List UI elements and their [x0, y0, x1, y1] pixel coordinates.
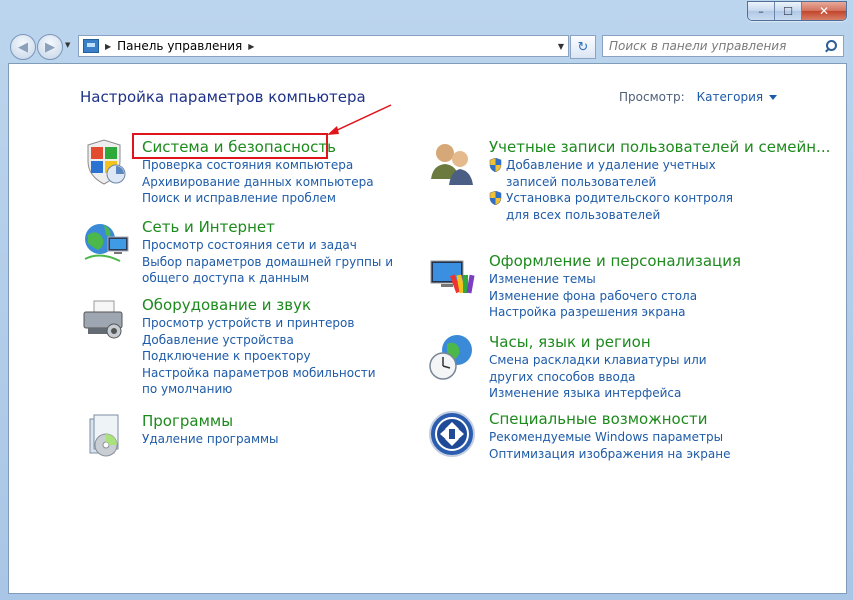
shield-icon: [87, 139, 126, 185]
ease-of-access-icon: [429, 411, 475, 457]
category-users: Учетные записи пользователей и семейн...…: [431, 137, 830, 223]
link-add-remove-accounts[interactable]: Добавление и удаление учетных записей по…: [489, 157, 759, 190]
programs-icon: [89, 414, 119, 457]
category-title-hardware[interactable]: Оборудование и звук: [142, 295, 382, 315]
category-programs: Программы Удаление программы: [89, 411, 279, 457]
category-title-system[interactable]: Система и безопасность: [142, 137, 374, 157]
forward-button[interactable]: ▶: [37, 34, 63, 60]
window-frame: – ☐ ✕ ◀ ▶ ▼ ▶ Панель управления ▶ ▼ ↻ На…: [0, 0, 853, 600]
category-title-network[interactable]: Сеть и Интернет: [142, 217, 414, 237]
view-label: Просмотр:: [619, 90, 685, 104]
category-title-programs[interactable]: Программы: [142, 411, 279, 431]
link-troubleshoot[interactable]: Поиск и исправление проблем: [142, 190, 374, 207]
appearance-monitor-icon: [430, 260, 475, 294]
uac-shield-icon: [489, 191, 502, 205]
view-selector: Просмотр: Категория: [619, 90, 778, 104]
refresh-button[interactable]: ↻: [570, 35, 596, 59]
control-panel-icon: [83, 39, 99, 53]
title-bar: – ☐ ✕: [0, 0, 853, 28]
view-by-dropdown[interactable]: Категория: [697, 90, 764, 104]
link-text[interactable]: Добавление и удаление учетных записей по…: [506, 157, 759, 190]
link-recommended-settings[interactable]: Рекомендуемые Windows параметры: [489, 429, 730, 446]
link-devices-printers[interactable]: Просмотр устройств и принтеров: [142, 315, 382, 332]
link-text[interactable]: Установка родительского контроля для все…: [506, 190, 759, 223]
category-accessibility: Специальные возможности Рекомендуемые Wi…: [429, 409, 730, 463]
page-title: Настройка параметров компьютера: [80, 88, 366, 106]
link-change-display-language[interactable]: Изменение языка интерфейса: [489, 385, 729, 402]
link-connect-projector[interactable]: Подключение к проектору: [142, 348, 382, 365]
recent-pages-arrow-icon[interactable]: ▼: [65, 41, 70, 49]
minimize-button[interactable]: –: [748, 2, 775, 20]
uac-shield-icon: [489, 158, 502, 172]
link-add-device[interactable]: Добавление устройства: [142, 332, 382, 349]
link-parental-controls[interactable]: Установка родительского контроля для все…: [489, 190, 759, 223]
search-box[interactable]: [602, 35, 844, 57]
link-check-computer-status[interactable]: Проверка состояния компьютера: [142, 157, 374, 174]
address-bar[interactable]: ▶ Панель управления ▶ ▼: [78, 35, 569, 57]
category-title-users[interactable]: Учетные записи пользователей и семейн...: [489, 137, 830, 157]
link-change-keyboard[interactable]: Смена раскладки клавиатуры или других сп…: [489, 352, 729, 385]
chevron-down-icon[interactable]: [769, 95, 778, 100]
chevron-right-icon[interactable]: ▶: [248, 42, 254, 51]
navigation-bar: ◀ ▶ ▼ ▶ Панель управления ▶ ▼ ↻: [0, 30, 853, 62]
category-appearance: Оформление и персонализация Изменение те…: [430, 251, 741, 321]
breadcrumb-control-panel[interactable]: Панель управления: [117, 39, 242, 53]
search-input[interactable]: [603, 38, 821, 54]
content-pane: Настройка параметров компьютера Просмотр…: [8, 63, 847, 594]
category-title-appearance[interactable]: Оформление и персонализация: [489, 251, 741, 271]
category-title-accessibility[interactable]: Специальные возможности: [489, 409, 730, 429]
close-button[interactable]: ✕: [802, 2, 846, 20]
link-change-theme[interactable]: Изменение темы: [489, 271, 741, 288]
clock-globe-icon: [429, 335, 472, 380]
window-controls: – ☐ ✕: [747, 1, 847, 21]
category-clock-language: Часы, язык и регион Смена раскладки клав…: [429, 332, 729, 402]
maximize-button[interactable]: ☐: [775, 2, 802, 20]
link-uninstall-program[interactable]: Удаление программы: [142, 431, 279, 448]
category-hardware: Оборудование и звук Просмотр устройств и…: [83, 295, 382, 398]
link-network-status[interactable]: Просмотр состояния сети и задач: [142, 237, 414, 254]
network-globe-icon: [84, 224, 129, 262]
category-network: Сеть и Интернет Просмотр состояния сети …: [84, 217, 414, 287]
link-mobility-settings[interactable]: Настройка параметров мобильности по умол…: [142, 365, 382, 398]
category-system-security: Система и безопасность Проверка состояни…: [87, 137, 374, 207]
link-optimize-display[interactable]: Оптимизация изображения на экране: [489, 446, 730, 463]
back-button[interactable]: ◀: [10, 34, 36, 60]
link-homegroup-options[interactable]: Выбор параметров домашней группы и общег…: [142, 254, 414, 287]
printer-icon: [83, 300, 123, 339]
users-icon: [431, 144, 473, 185]
link-change-background[interactable]: Изменение фона рабочего стола: [489, 288, 741, 305]
search-icon[interactable]: [825, 40, 837, 53]
link-backup-computer[interactable]: Архивирование данных компьютера: [142, 174, 374, 191]
category-title-clock[interactable]: Часы, язык и регион: [489, 332, 729, 352]
chevron-down-icon[interactable]: ▼: [558, 42, 564, 51]
chevron-right-icon[interactable]: ▶: [105, 42, 111, 51]
link-screen-resolution[interactable]: Настройка разрешения экрана: [489, 304, 741, 321]
